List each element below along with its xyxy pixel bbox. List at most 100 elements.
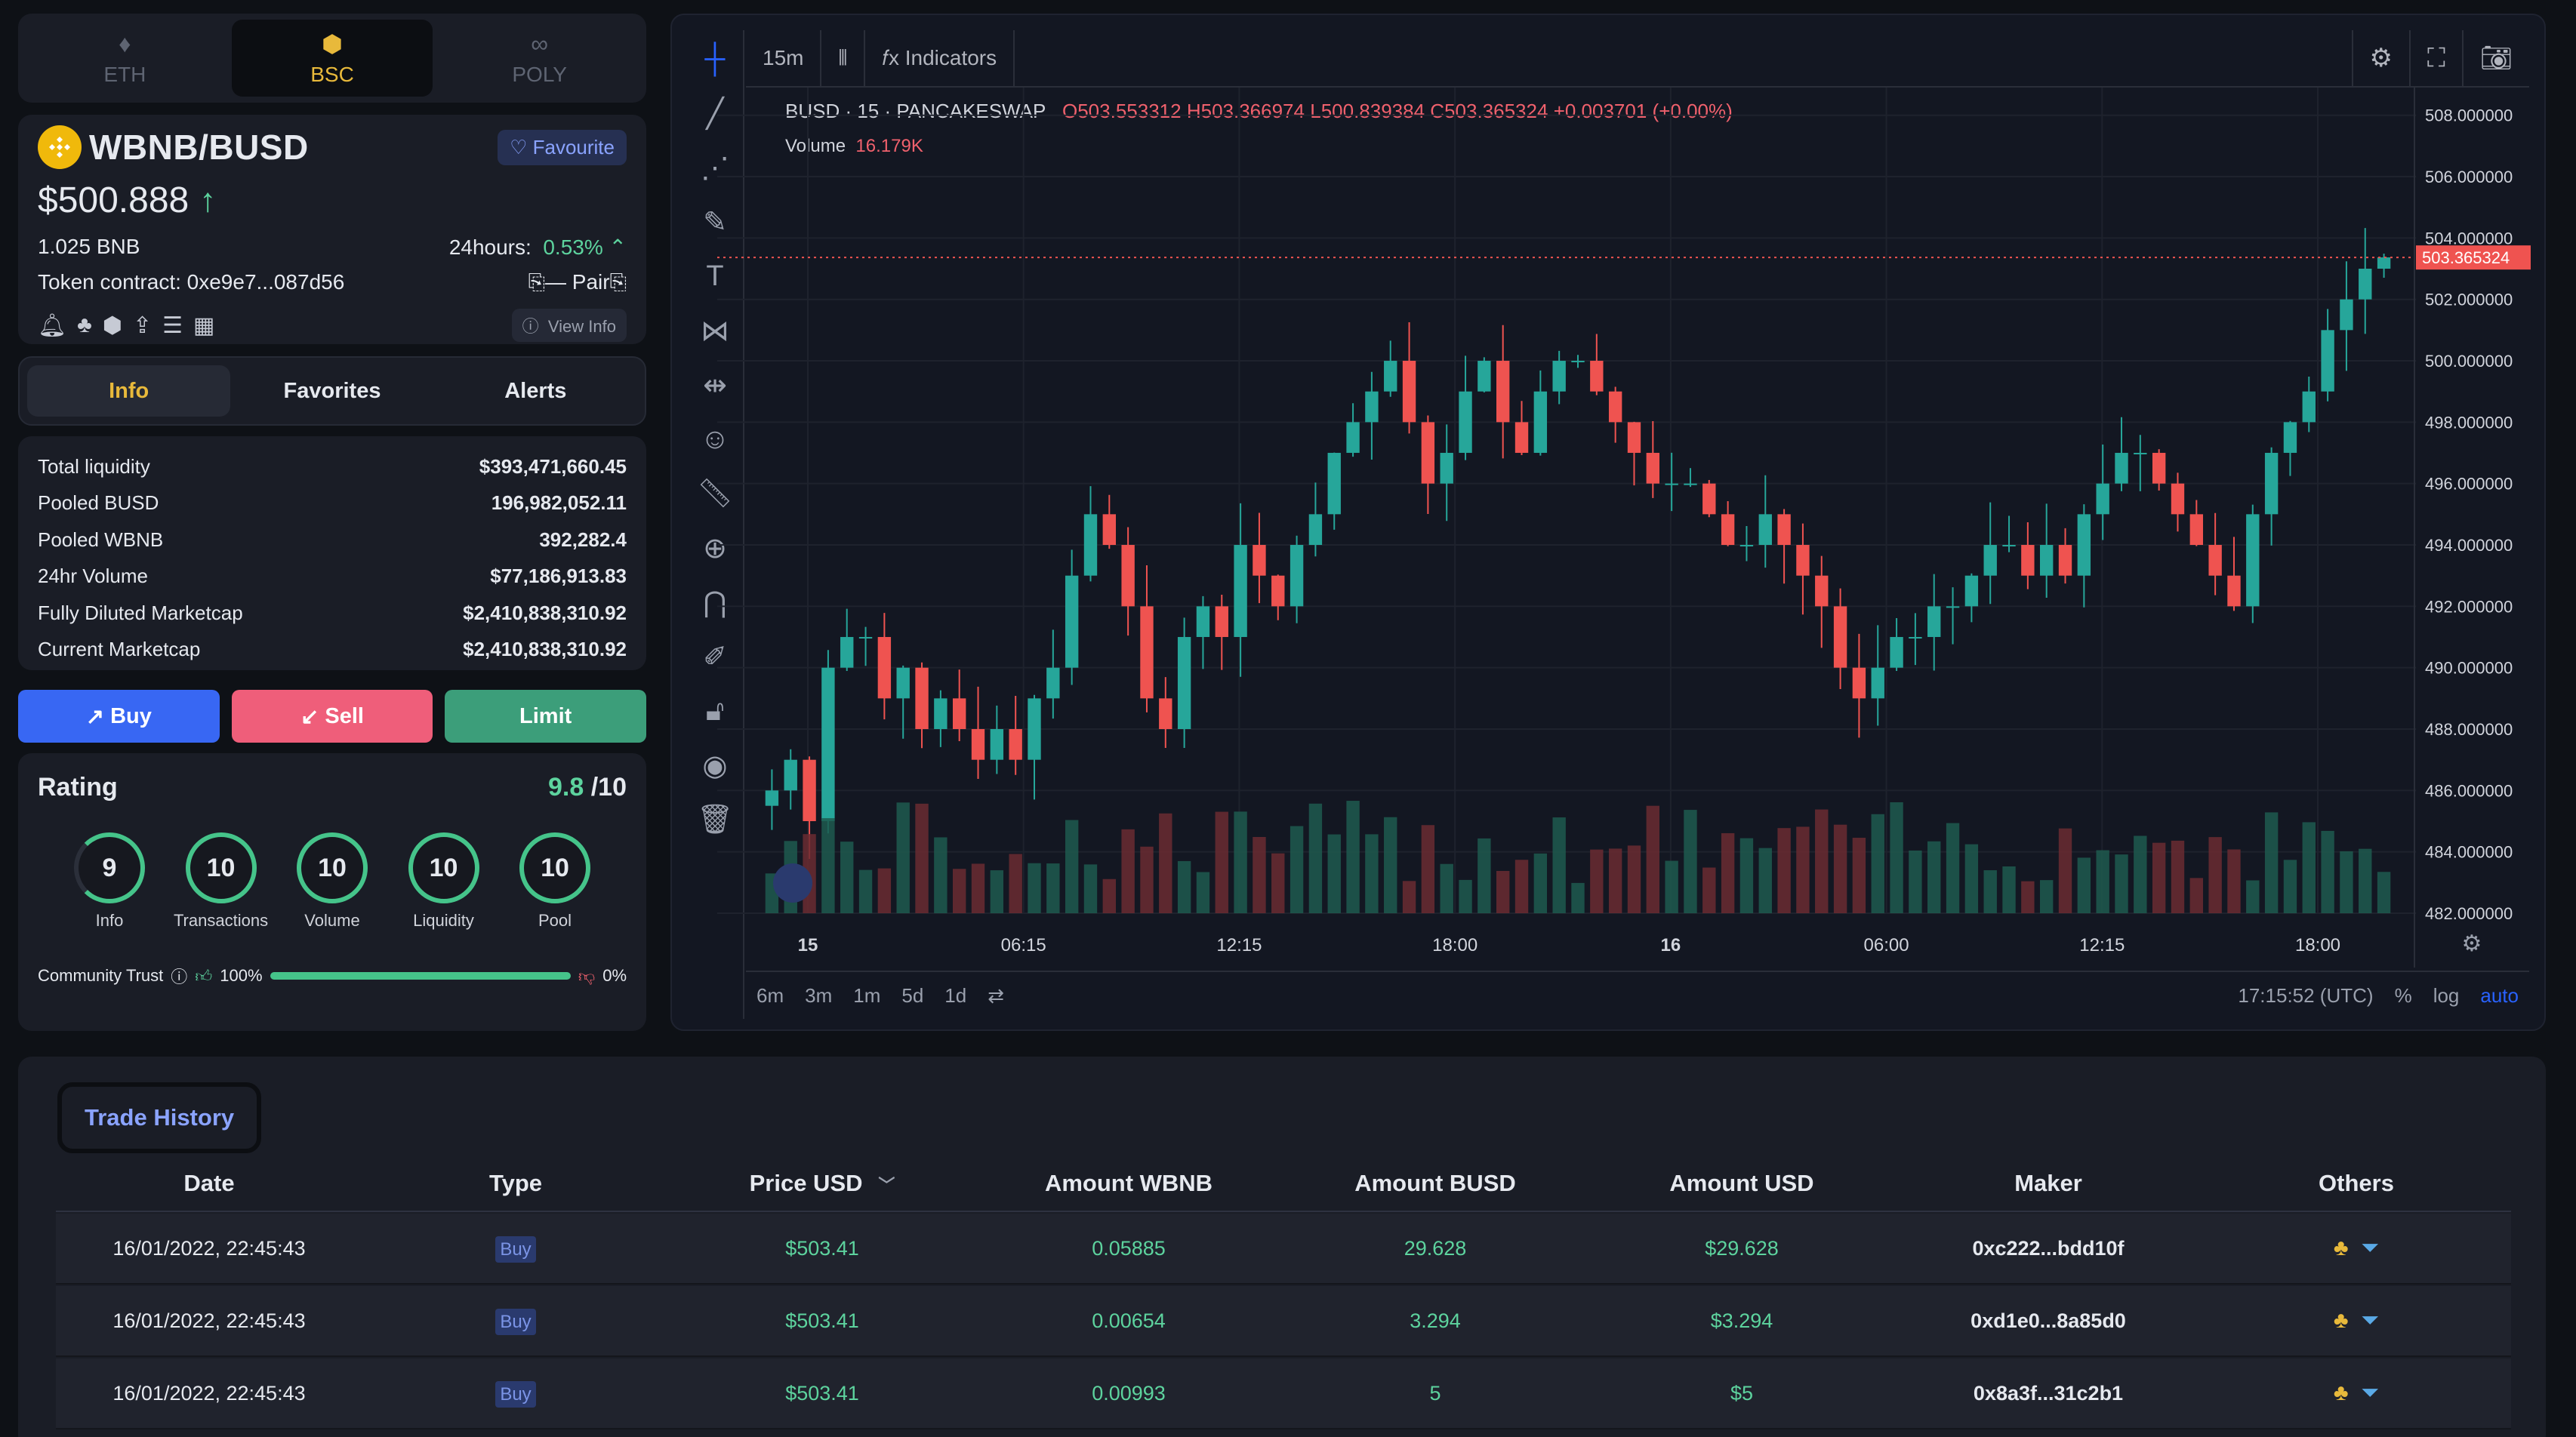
volume-bar	[858, 869, 873, 913]
volume-bar	[2377, 872, 2391, 913]
volume-bar	[1402, 881, 1416, 913]
auto-toggle[interactable]: auto	[2470, 984, 2529, 1008]
col-type[interactable]: Type	[362, 1170, 669, 1211]
volume-bar	[1365, 834, 1379, 913]
tab-alerts[interactable]: Alerts	[434, 365, 637, 417]
range-1d[interactable]: 1d	[934, 984, 977, 1008]
table-row[interactable]: 16/01/2022, 22:45:43 Buy $503.41 0.05885 29.…	[56, 1214, 2511, 1285]
y-tick-label: 504.000000	[2425, 229, 2513, 248]
volume-bar	[1083, 864, 1098, 913]
thumbs-down-icon[interactable]: 👎︎	[578, 966, 595, 986]
pancakeswap-icon[interactable]: ♣	[2334, 1235, 2349, 1260]
candle-body	[1909, 637, 1922, 639]
candle-body	[877, 637, 892, 699]
news-icon[interactable]: ☰	[162, 312, 183, 339]
axis-settings-icon[interactable]: ⚙	[2462, 931, 2482, 957]
token-contract[interactable]: Token contract: 0xe9e7...087d56	[38, 270, 344, 295]
candle-body	[1159, 698, 1172, 730]
network-switcher: ♦ ETH ⬢ BSC ∞ POLY	[18, 14, 646, 103]
volume-bar	[2189, 878, 2203, 913]
filter-icon[interactable]: ⏷	[2361, 1235, 2379, 1260]
sell-button[interactable]: ↙ Sell	[231, 690, 433, 743]
candle-body	[1533, 391, 1548, 454]
rating-label: Info	[95, 911, 124, 930]
candle-body	[2077, 514, 2091, 576]
favourite-button[interactable]: ♡ Favourite	[498, 129, 627, 165]
share-icon[interactable]: ⇪	[133, 312, 152, 339]
candle-body	[2208, 545, 2222, 576]
cell-maker[interactable]: 0xc222...bdd10f	[1895, 1237, 2202, 1260]
candle-body	[1815, 575, 1829, 607]
type-badge: Buy	[495, 1380, 536, 1408]
table-row[interactable]: 16/01/2022, 22:45:43 Buy $503.41 0.00993 5 $5…	[56, 1359, 2511, 1429]
candle-body	[1721, 514, 1735, 546]
range-3m[interactable]: 3m	[794, 984, 843, 1008]
tab-info[interactable]: Info	[27, 365, 231, 417]
candle-body	[1215, 606, 1228, 638]
stat-label: Total liquidity	[38, 454, 150, 478]
candle-body	[1890, 637, 1903, 668]
network-tab-eth[interactable]: ♦ ETH	[24, 20, 226, 97]
buy-button[interactable]: ↗ Buy	[18, 690, 220, 743]
calculator-icon[interactable]: ▦	[193, 312, 214, 339]
col-maker[interactable]: Maker	[1895, 1170, 2202, 1211]
x-tick-label: 12:15	[2079, 935, 2125, 955]
trade-history-tab[interactable]: Trade History	[57, 1082, 262, 1153]
volume-bar	[1533, 853, 1548, 913]
stat-value: $393,471,660.45	[479, 454, 627, 478]
pancakeswap-icon[interactable]: ♣	[2334, 1380, 2349, 1405]
range-6m[interactable]: 6m	[746, 984, 794, 1008]
y-tick-label: 506.000000	[2425, 168, 2513, 186]
change-value: 0.53%	[543, 235, 603, 259]
col-price[interactable]: Price USD ﹀	[669, 1170, 975, 1211]
col-date[interactable]: Date	[56, 1170, 362, 1211]
x-tick-label: 06:00	[1864, 935, 1909, 955]
volume-bar	[1459, 879, 1472, 913]
cell-maker[interactable]: 0xd1e0...8a85d0	[1895, 1309, 2202, 1333]
cell-price: $503.41	[785, 1309, 859, 1332]
thumbs-up-icon[interactable]: 👍︎	[195, 966, 212, 986]
candle-body	[1552, 361, 1566, 392]
y-tick-label: 482.000000	[2425, 904, 2513, 923]
col-wbnb[interactable]: Amount WBNB	[975, 1170, 1282, 1211]
network-tab-bsc[interactable]: ⬢ BSC	[231, 20, 433, 97]
volume-bar	[915, 803, 929, 913]
rating-item-liquidity: 10 Liquidity	[402, 832, 485, 931]
type-badge: Buy	[495, 1308, 536, 1335]
col-others: Others	[2319, 1170, 2394, 1196]
candle-body	[1608, 391, 1622, 423]
filter-icon[interactable]: ⏷	[2361, 1308, 2379, 1333]
volume-bar	[1833, 824, 1847, 913]
limit-button[interactable]: Limit	[445, 690, 647, 743]
goto-date-icon[interactable]: ⇄	[977, 984, 1015, 1008]
candle-body	[990, 729, 1004, 760]
y-tick-label: 486.000000	[2425, 781, 2513, 800]
table-row[interactable]: 16/01/2022, 22:45:43 Buy $503.41 0.00654 3.2…	[56, 1286, 2511, 1357]
log-toggle[interactable]: log	[2423, 984, 2470, 1008]
percent-toggle[interactable]: %	[2384, 984, 2423, 1008]
cube-icon[interactable]: ⬢	[103, 312, 122, 339]
polygon-icon: ∞	[531, 29, 549, 57]
range-5d[interactable]: 5d	[891, 984, 934, 1008]
pair-copy[interactable]: ⎘— Pair⎘	[528, 270, 627, 295]
candlestick-chart[interactable]: 508.000000 506.000000 504.000000 502.000000…	[672, 15, 2547, 1032]
candle-body	[1739, 545, 1754, 547]
network-tab-poly[interactable]: ∞ POLY	[439, 20, 640, 97]
volume-bar	[1384, 817, 1397, 913]
tab-favorites[interactable]: Favorites	[230, 365, 433, 417]
pancakeswap-icon[interactable]: ♣	[2334, 1308, 2349, 1333]
bell-icon[interactable]: 🔔︎	[38, 312, 66, 339]
volume-bar	[1271, 853, 1285, 913]
filter-icon[interactable]: ⏷	[2361, 1380, 2379, 1405]
range-1m[interactable]: 1m	[843, 984, 891, 1008]
col-usd[interactable]: Amount USD	[1588, 1170, 1895, 1211]
volume-bar	[1796, 826, 1810, 913]
x-tick-label: 15	[798, 935, 818, 955]
candle-body	[2321, 330, 2334, 392]
cell-maker[interactable]: 0x8a3f...31c2b1	[1895, 1382, 2202, 1405]
info-icon[interactable]: ⓘ	[171, 964, 187, 988]
view-info-button[interactable]: ⓘ View Info	[511, 309, 627, 342]
volume-bar	[1684, 810, 1697, 913]
pancakeswap-icon[interactable]: ♣	[77, 312, 92, 338]
col-busd[interactable]: Amount BUSD	[1282, 1170, 1588, 1211]
